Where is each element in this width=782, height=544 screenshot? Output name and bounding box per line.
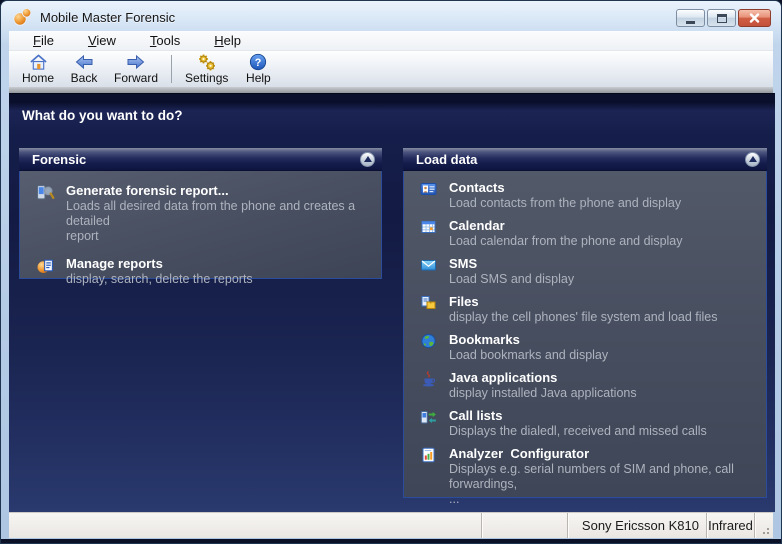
app-window: Mobile Master Forensic File View Tools H… bbox=[0, 0, 782, 544]
panel-load-data: Load data Contacts bbox=[403, 148, 767, 498]
panel-forensic-header: Forensic bbox=[19, 148, 382, 171]
item-desc: Load SMS and display bbox=[449, 272, 574, 287]
panel-forensic: Forensic Generate forensic report... Loa… bbox=[19, 148, 382, 279]
toolbar-button-settings[interactable]: Settings bbox=[180, 52, 233, 86]
toolbar-button-label: Help bbox=[246, 72, 271, 85]
item-analyzer-configurator[interactable]: Analyzer Configurator Displays e.g. seri… bbox=[419, 446, 756, 507]
toolbar: Home Back Forward bbox=[9, 51, 773, 87]
svg-text:?: ? bbox=[255, 57, 262, 69]
window-title: Mobile Master Forensic bbox=[40, 8, 175, 25]
item-title: Calendar bbox=[449, 218, 683, 234]
menu-item-help[interactable]: Help bbox=[204, 31, 251, 50]
toolbar-separator bbox=[171, 55, 172, 83]
item-desc: Loads all desired data from the phone an… bbox=[66, 199, 371, 244]
item-title: SMS bbox=[449, 256, 574, 272]
files-icon bbox=[419, 295, 438, 311]
menu-item-file[interactable]: File bbox=[23, 31, 64, 50]
panel-load-data-header: Load data bbox=[403, 148, 767, 171]
menu-item-view[interactable]: View bbox=[78, 31, 126, 50]
manage-reports-icon bbox=[36, 257, 55, 274]
back-icon bbox=[74, 53, 94, 71]
toolbar-button-back[interactable]: Back bbox=[63, 52, 105, 86]
contacts-icon bbox=[419, 181, 438, 197]
bookmarks-icon bbox=[419, 333, 438, 349]
item-desc: Displays e.g. serial numbers of SIM and … bbox=[449, 462, 756, 507]
panel-forensic-body: Generate forensic report... Loads all de… bbox=[19, 171, 382, 279]
status-device: Sony Ericsson K810 bbox=[567, 513, 706, 538]
status-connection: Infrared bbox=[706, 513, 754, 538]
panel-title: Load data bbox=[403, 148, 767, 171]
app-logo-icon bbox=[12, 7, 32, 27]
window-titlebar[interactable]: Mobile Master Forensic bbox=[9, 1, 773, 31]
item-sms[interactable]: SMS Load SMS and display bbox=[419, 256, 756, 287]
analyzer-icon bbox=[419, 447, 438, 463]
sms-icon bbox=[419, 257, 438, 273]
toolbar-button-label: Forward bbox=[114, 72, 158, 85]
content-area: What do you want to do? Forensic Generat… bbox=[9, 93, 775, 512]
item-call-lists[interactable]: Call lists Displays the dialedl, receive… bbox=[419, 408, 756, 439]
item-desc: display installed Java applications bbox=[449, 386, 637, 401]
minimize-icon bbox=[686, 21, 695, 24]
collapse-button[interactable] bbox=[360, 152, 375, 167]
item-title: Call lists bbox=[449, 408, 707, 424]
item-manage-reports[interactable]: Manage reports display, search, delete t… bbox=[36, 256, 371, 287]
toolbar-button-forward[interactable]: Forward bbox=[109, 52, 163, 86]
minimize-button[interactable] bbox=[676, 9, 705, 27]
toolbar-button-home[interactable]: Home bbox=[17, 52, 59, 86]
toolbar-button-help[interactable]: ? Help bbox=[237, 52, 279, 86]
menu-item-tools[interactable]: Tools bbox=[140, 31, 190, 50]
chevron-up-icon bbox=[364, 156, 372, 162]
status-spacer bbox=[9, 513, 481, 538]
item-calendar[interactable]: Calendar Load calendar from the phone an… bbox=[419, 218, 756, 249]
item-title: Java applications bbox=[449, 370, 637, 386]
home-icon bbox=[29, 53, 48, 71]
item-bookmarks[interactable]: Bookmarks Load bookmarks and display bbox=[419, 332, 756, 363]
panel-title: Forensic bbox=[19, 148, 382, 171]
page-heading: What do you want to do? bbox=[22, 108, 182, 123]
item-desc: Load calendar from the phone and display bbox=[449, 234, 683, 249]
item-desc: display, search, delete the reports bbox=[66, 272, 253, 287]
forward-icon bbox=[126, 53, 146, 71]
item-title: Bookmarks bbox=[449, 332, 608, 348]
help-icon: ? bbox=[249, 53, 267, 71]
item-title: Manage reports bbox=[66, 256, 253, 272]
chevron-up-icon bbox=[749, 156, 757, 162]
calendar-icon bbox=[419, 219, 438, 235]
close-icon bbox=[749, 13, 760, 23]
status-cell-empty bbox=[481, 513, 567, 538]
settings-icon bbox=[197, 53, 217, 71]
resize-grip[interactable] bbox=[754, 513, 773, 538]
toolbar-button-label: Settings bbox=[185, 72, 228, 85]
item-java-applications[interactable]: Java applications display installed Java… bbox=[419, 370, 756, 401]
collapse-button[interactable] bbox=[745, 152, 760, 167]
maximize-button[interactable] bbox=[707, 9, 736, 27]
item-desc: display the cell phones' file system and… bbox=[449, 310, 718, 325]
call-lists-icon bbox=[419, 409, 438, 425]
item-title: Generate forensic report... bbox=[66, 183, 371, 199]
window-controls bbox=[676, 9, 771, 27]
toolbar-button-label: Home bbox=[22, 72, 54, 85]
toolbar-button-label: Back bbox=[71, 72, 98, 85]
forensic-report-icon bbox=[36, 184, 55, 201]
item-desc: Displays the dialedl, received and misse… bbox=[449, 424, 707, 439]
statusbar: Sony Ericsson K810 Infrared bbox=[9, 512, 773, 538]
item-title: Files bbox=[449, 294, 718, 310]
java-icon bbox=[419, 371, 438, 387]
item-desc: Load contacts from the phone and display bbox=[449, 196, 681, 211]
item-generate-forensic-report[interactable]: Generate forensic report... Loads all de… bbox=[36, 183, 371, 244]
item-contacts[interactable]: Contacts Load contacts from the phone an… bbox=[419, 180, 756, 211]
resize-grip-dots bbox=[767, 532, 769, 534]
close-button[interactable] bbox=[738, 9, 771, 27]
item-title: Analyzer Configurator bbox=[449, 446, 756, 462]
item-files[interactable]: Files display the cell phones' file syst… bbox=[419, 294, 756, 325]
item-desc: Load bookmarks and display bbox=[449, 348, 608, 363]
menubar: File View Tools Help bbox=[9, 31, 773, 51]
panel-load-data-body: Contacts Load contacts from the phone an… bbox=[403, 171, 767, 498]
maximize-icon bbox=[717, 14, 727, 23]
item-title: Contacts bbox=[449, 180, 681, 196]
